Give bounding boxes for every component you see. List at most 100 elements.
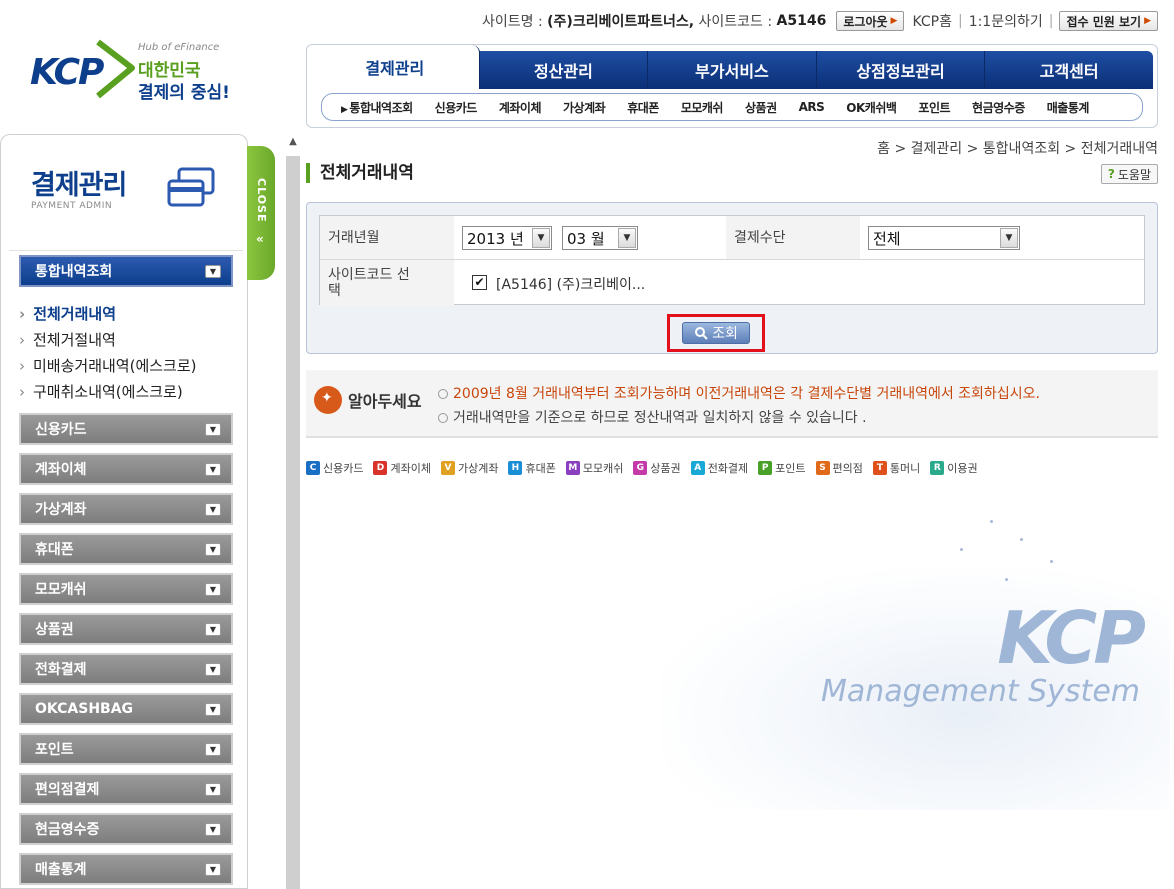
period-label: 거래년월 bbox=[320, 216, 454, 259]
legend-label: 전화결제 bbox=[707, 462, 749, 475]
sidebar-menu-convenience-store[interactable]: 편의점결제 ▼ bbox=[19, 773, 233, 805]
scroll-up-icon[interactable]: ▲ bbox=[286, 134, 300, 150]
subnav-item[interactable]: 포인트 bbox=[907, 99, 961, 116]
notice-line1: 2009년 8월 거래내역부터 조회가능하며 이전거래내역은 각 결제수단별 거… bbox=[438, 383, 1040, 403]
tab-payment-management[interactable]: 결제관리 bbox=[311, 45, 480, 89]
chevron-down-icon: ▼ bbox=[205, 782, 221, 796]
arrow-right-icon: ▶ bbox=[890, 16, 898, 26]
legend-item: V 가상계좌 bbox=[440, 460, 499, 476]
sidebar-menu-virtual-account[interactable]: 가상계좌 ▼ bbox=[19, 493, 233, 525]
sidebar-menu-sales-stats[interactable]: 매출통계 ▼ bbox=[19, 853, 233, 885]
sidebar-menu-mobile[interactable]: 휴대폰 ▼ bbox=[19, 533, 233, 565]
sidebar-menu-point[interactable]: 포인트 ▼ bbox=[19, 733, 233, 765]
kcp-logo[interactable]: KCP Hub of eFinance 대한민국 결제의 중심! bbox=[28, 38, 238, 113]
scrollbar-track[interactable] bbox=[286, 156, 300, 889]
logout-button[interactable]: 로그아웃 ▶ bbox=[836, 11, 905, 31]
search-row-period: 거래년월 2013 년 ▼ 03 월 ▼ 결제수단 전체 ▼ bbox=[320, 216, 1144, 260]
sidebar-item-cancel-escrow[interactable]: 구매취소내역(에스크로) bbox=[19, 379, 239, 405]
month-value: 03 월 bbox=[567, 229, 605, 248]
subnav-item[interactable]: 휴대폰 bbox=[616, 99, 670, 116]
tab-settlement-management[interactable]: 정산관리 bbox=[480, 51, 649, 89]
page-title: 전체거래내역 bbox=[306, 163, 414, 183]
month-select[interactable]: 03 월 ▼ bbox=[562, 226, 638, 250]
year-select[interactable]: 2013 년 ▼ bbox=[462, 226, 552, 250]
legend-item: S 편의점 bbox=[815, 460, 863, 476]
payment-method-select[interactable]: 전체 ▼ bbox=[868, 226, 1020, 250]
payment-type-icon: V bbox=[440, 461, 455, 475]
chevron-down-icon: ▼ bbox=[205, 662, 221, 676]
legend-item: A 전화결제 bbox=[690, 460, 749, 476]
subnav-item[interactable]: 모모캐쉬 bbox=[670, 99, 734, 116]
subnav-item[interactable]: 신용카드 bbox=[424, 99, 488, 116]
chevron-down-icon: ▼ bbox=[205, 502, 221, 516]
chevron-down-icon: ▼ bbox=[205, 422, 221, 436]
sidebar-item-undelivered-escrow[interactable]: 미배송거래내역(에스크로) bbox=[19, 353, 239, 379]
sidebar-menu-phone-payment[interactable]: 전화결제 ▼ bbox=[19, 653, 233, 685]
help-label: 도움말 bbox=[1117, 167, 1151, 182]
logo-brand: KCP bbox=[30, 52, 104, 93]
sidebar-menu-cash-receipt[interactable]: 현금영수증 ▼ bbox=[19, 813, 233, 845]
legend-label: 가상계좌 bbox=[457, 462, 499, 475]
subnav-item[interactable]: 현금영수증 bbox=[961, 99, 1036, 116]
chevron-down-icon: ▼ bbox=[1000, 228, 1018, 248]
notice-line2-text: 거래내역만을 기준으로 하므로 정산내역과 일치하지 않을 수 있습니다 . bbox=[453, 410, 867, 426]
help-button[interactable]: ? 도움말 bbox=[1100, 164, 1158, 184]
sidebar-group-integrated[interactable]: 통합내역조회 ▼ bbox=[19, 255, 233, 287]
payment-type-icon: H bbox=[508, 461, 523, 475]
subnav-item[interactable]: 상품권 bbox=[734, 99, 788, 116]
tab-customer-center[interactable]: 고객센터 bbox=[985, 51, 1153, 89]
subnav-item[interactable]: 계좌이체 bbox=[488, 99, 552, 116]
legend-label: 휴대폰 bbox=[525, 462, 556, 475]
subnav-item[interactable]: 가상계좌 bbox=[552, 99, 616, 116]
notice-title: 알아두세요 bbox=[348, 392, 422, 411]
payment-type-icon: R bbox=[930, 461, 945, 475]
search-table: 거래년월 2013 년 ▼ 03 월 ▼ 결제수단 전체 ▼ 사이트코드 선택 … bbox=[319, 215, 1145, 306]
sidebar-title: 결제관리 bbox=[31, 170, 127, 201]
sidebar-close-tab[interactable]: CLOSE « bbox=[247, 146, 275, 280]
kcp-home-link[interactable]: KCP홈 bbox=[912, 11, 952, 31]
legend-item: T 통머니 bbox=[872, 460, 921, 476]
inquiry-link[interactable]: 1:1문의하기 bbox=[969, 11, 1043, 31]
sidebar-menu-account-transfer[interactable]: 계좌이체 ▼ bbox=[19, 453, 233, 485]
payment-type-icon: A bbox=[690, 461, 705, 475]
sidebar-menu-label: 상품권 bbox=[35, 622, 74, 638]
sidebar-menu-label: 전화결제 bbox=[35, 662, 87, 678]
complaint-button[interactable]: 접수 민원 보기 ▶ bbox=[1059, 11, 1158, 31]
payment-type-icon: T bbox=[872, 461, 887, 475]
payment-method-legend: C 신용카드 D 계좌이체 V 가상계좌 H 휴대폰 M 모모캐쉬 G 상품권 A 전화결제 P 포인트 S 편의… bbox=[306, 460, 988, 476]
sidebar-header: 결제관리 PAYMENT ADMIN bbox=[9, 143, 243, 251]
legend-label: 신용카드 bbox=[323, 462, 364, 475]
vertical-scrollbar[interactable]: ▲ bbox=[286, 134, 300, 889]
sidebar-item-all-rejections[interactable]: 전체거절내역 bbox=[19, 327, 239, 353]
payment-type-icon: P bbox=[758, 461, 773, 475]
sidebar-menu-label: OKCASHBAG bbox=[35, 701, 134, 717]
logout-label: 로그아웃 bbox=[843, 14, 888, 29]
sidebar-menu-gift-card[interactable]: 상품권 ▼ bbox=[19, 613, 233, 645]
sidebar-menu-momocash[interactable]: 모모캐쉬 ▼ bbox=[19, 573, 233, 605]
sidebar-item-all-transactions[interactable]: 전체거래내역 bbox=[19, 301, 239, 327]
sidebar-menu-credit-card[interactable]: 신용카드 ▼ bbox=[19, 413, 233, 445]
subnav-item[interactable]: OK캐쉬백 bbox=[835, 99, 907, 116]
legend-item: R 이용권 bbox=[930, 460, 978, 476]
tab-additional-services[interactable]: 부가서비스 bbox=[648, 51, 817, 89]
site-name-label: 사이트명 : bbox=[482, 14, 543, 30]
sitecode-checkbox[interactable]: ✔ bbox=[472, 275, 487, 290]
subnav-item[interactable]: 통합내역조회 bbox=[330, 99, 424, 116]
sidebar-group-label: 통합내역조회 bbox=[35, 264, 113, 280]
chevron-down-icon: ▼ bbox=[205, 822, 221, 836]
legend-label: 통머니 bbox=[889, 462, 921, 475]
chevron-down-icon: ▼ bbox=[205, 702, 221, 716]
legend-item: H 휴대폰 bbox=[508, 460, 556, 476]
sidebar-menu-okcashbag[interactable]: OKCASHBAG ▼ bbox=[19, 693, 233, 725]
search-button-highlight: 조회 bbox=[667, 314, 765, 352]
chevron-down-icon: ▼ bbox=[205, 862, 221, 876]
close-label: CLOSE bbox=[255, 178, 268, 223]
search-button[interactable]: 조회 bbox=[682, 322, 750, 344]
bullet-icon bbox=[438, 389, 448, 399]
subnav-item[interactable]: 매출통계 bbox=[1036, 99, 1100, 116]
tab-store-info[interactable]: 상점정보관리 bbox=[817, 51, 986, 89]
legend-label: 편의점 bbox=[832, 462, 863, 475]
subnav-item[interactable]: ARS bbox=[788, 100, 836, 114]
site-name: (주)크리베이트파트너스, bbox=[547, 14, 695, 30]
site-code-label: 사이트코드 : bbox=[698, 14, 773, 30]
